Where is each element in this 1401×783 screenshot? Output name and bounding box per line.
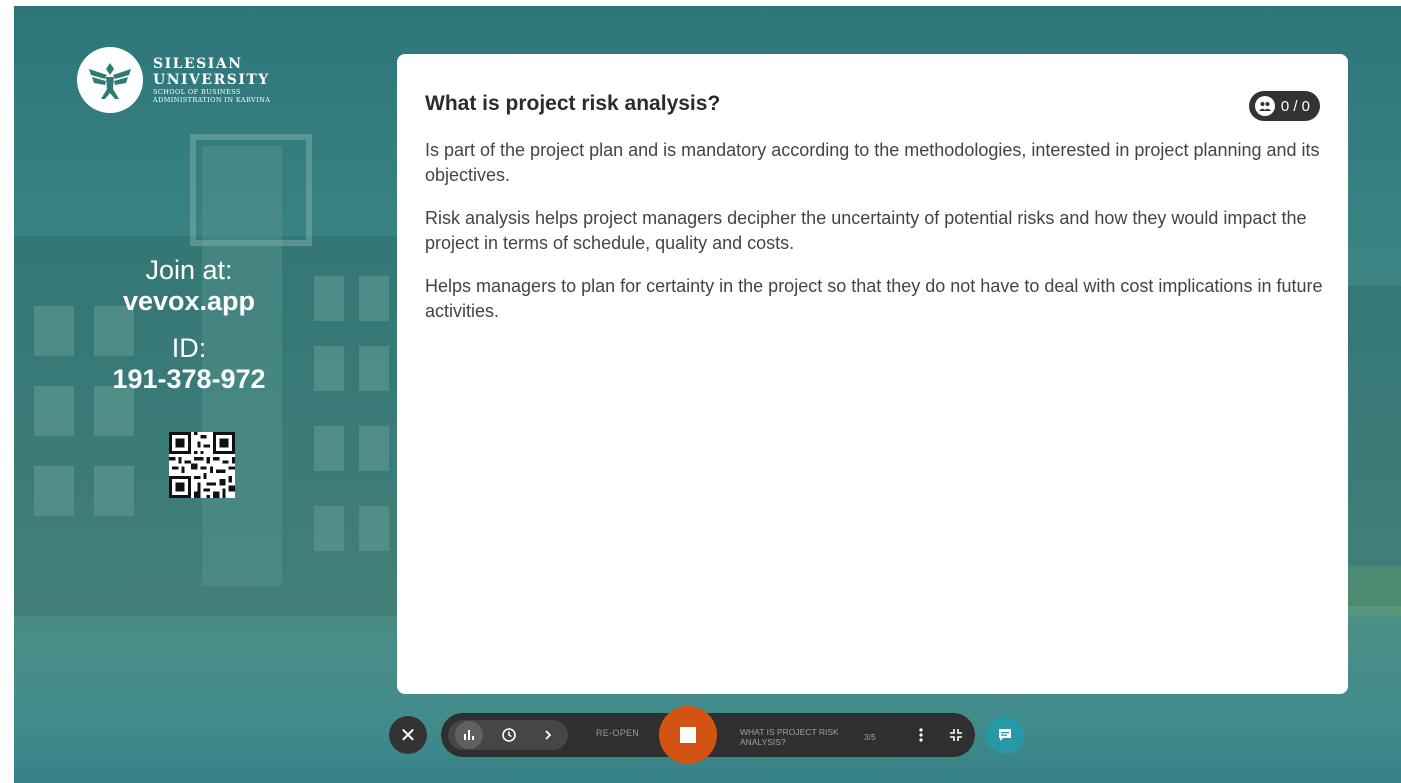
- paragraph: Risk analysis helps project managers dec…: [425, 208, 1307, 253]
- id-label: ID:: [171, 333, 207, 363]
- messages-button[interactable]: [986, 716, 1024, 754]
- question-title: What is project risk analysis?: [425, 92, 721, 115]
- current-question-name: WHAT IS PROJECT RISK ANALYSIS?: [740, 727, 839, 747]
- chat-icon: [999, 729, 1011, 741]
- response-count-badge: 0 / 0: [1248, 91, 1320, 121]
- clock-icon: [502, 728, 516, 742]
- reopen-button[interactable]: RE-OPEN: [596, 728, 639, 738]
- session-id: 191-378-972: [112, 364, 266, 394]
- logo-line-3: SCHOOL OF BUSINESS: [153, 88, 241, 96]
- timer-button[interactable]: [495, 721, 523, 749]
- chevron-right-icon: [545, 730, 552, 740]
- logo-line-4: ADMINISTRATION IN KARVINA: [153, 96, 271, 104]
- participants-icon: [1254, 96, 1275, 116]
- paragraph: Helps managers to plan for certainty in …: [425, 276, 1323, 321]
- more-options-button[interactable]: [907, 721, 935, 749]
- clock-tower-top: [190, 134, 312, 246]
- logo-line-2: UNIVERSITY: [153, 72, 270, 88]
- bar-chart-icon: [464, 730, 474, 740]
- stop-icon: [680, 727, 696, 743]
- response-count: 0 / 0: [1280, 97, 1310, 115]
- join-host: vevox.app: [122, 286, 256, 316]
- stop-voting-button[interactable]: [659, 706, 717, 764]
- next-button[interactable]: [534, 721, 562, 749]
- close-button[interactable]: ✕: [389, 716, 427, 754]
- more-vertical-icon: [919, 728, 923, 742]
- close-icon: ✕: [399, 724, 417, 747]
- question-pager: 3/5: [864, 732, 876, 742]
- join-label: Join at:: [145, 255, 233, 285]
- question-card: What is project risk analysis? 0 / 0 Is …: [397, 54, 1348, 694]
- paragraph: Is part of the project plan and is manda…: [425, 140, 1320, 185]
- exit-fullscreen-icon: [950, 729, 962, 741]
- qr-code-icon: [169, 432, 235, 498]
- question-body: Is part of the project plan and is manda…: [425, 138, 1325, 342]
- results-chart-button[interactable]: [455, 721, 483, 749]
- eagle-seal-icon: [77, 47, 143, 113]
- join-info: Join at: vevox.app ID: 191-378-972: [89, 255, 289, 395]
- university-logo: SILESIAN UNIVERSITY SCHOOL OF BUSINESS A…: [77, 47, 270, 113]
- logo-line-1: SILESIAN: [153, 56, 243, 72]
- exit-fullscreen-button[interactable]: [942, 721, 970, 749]
